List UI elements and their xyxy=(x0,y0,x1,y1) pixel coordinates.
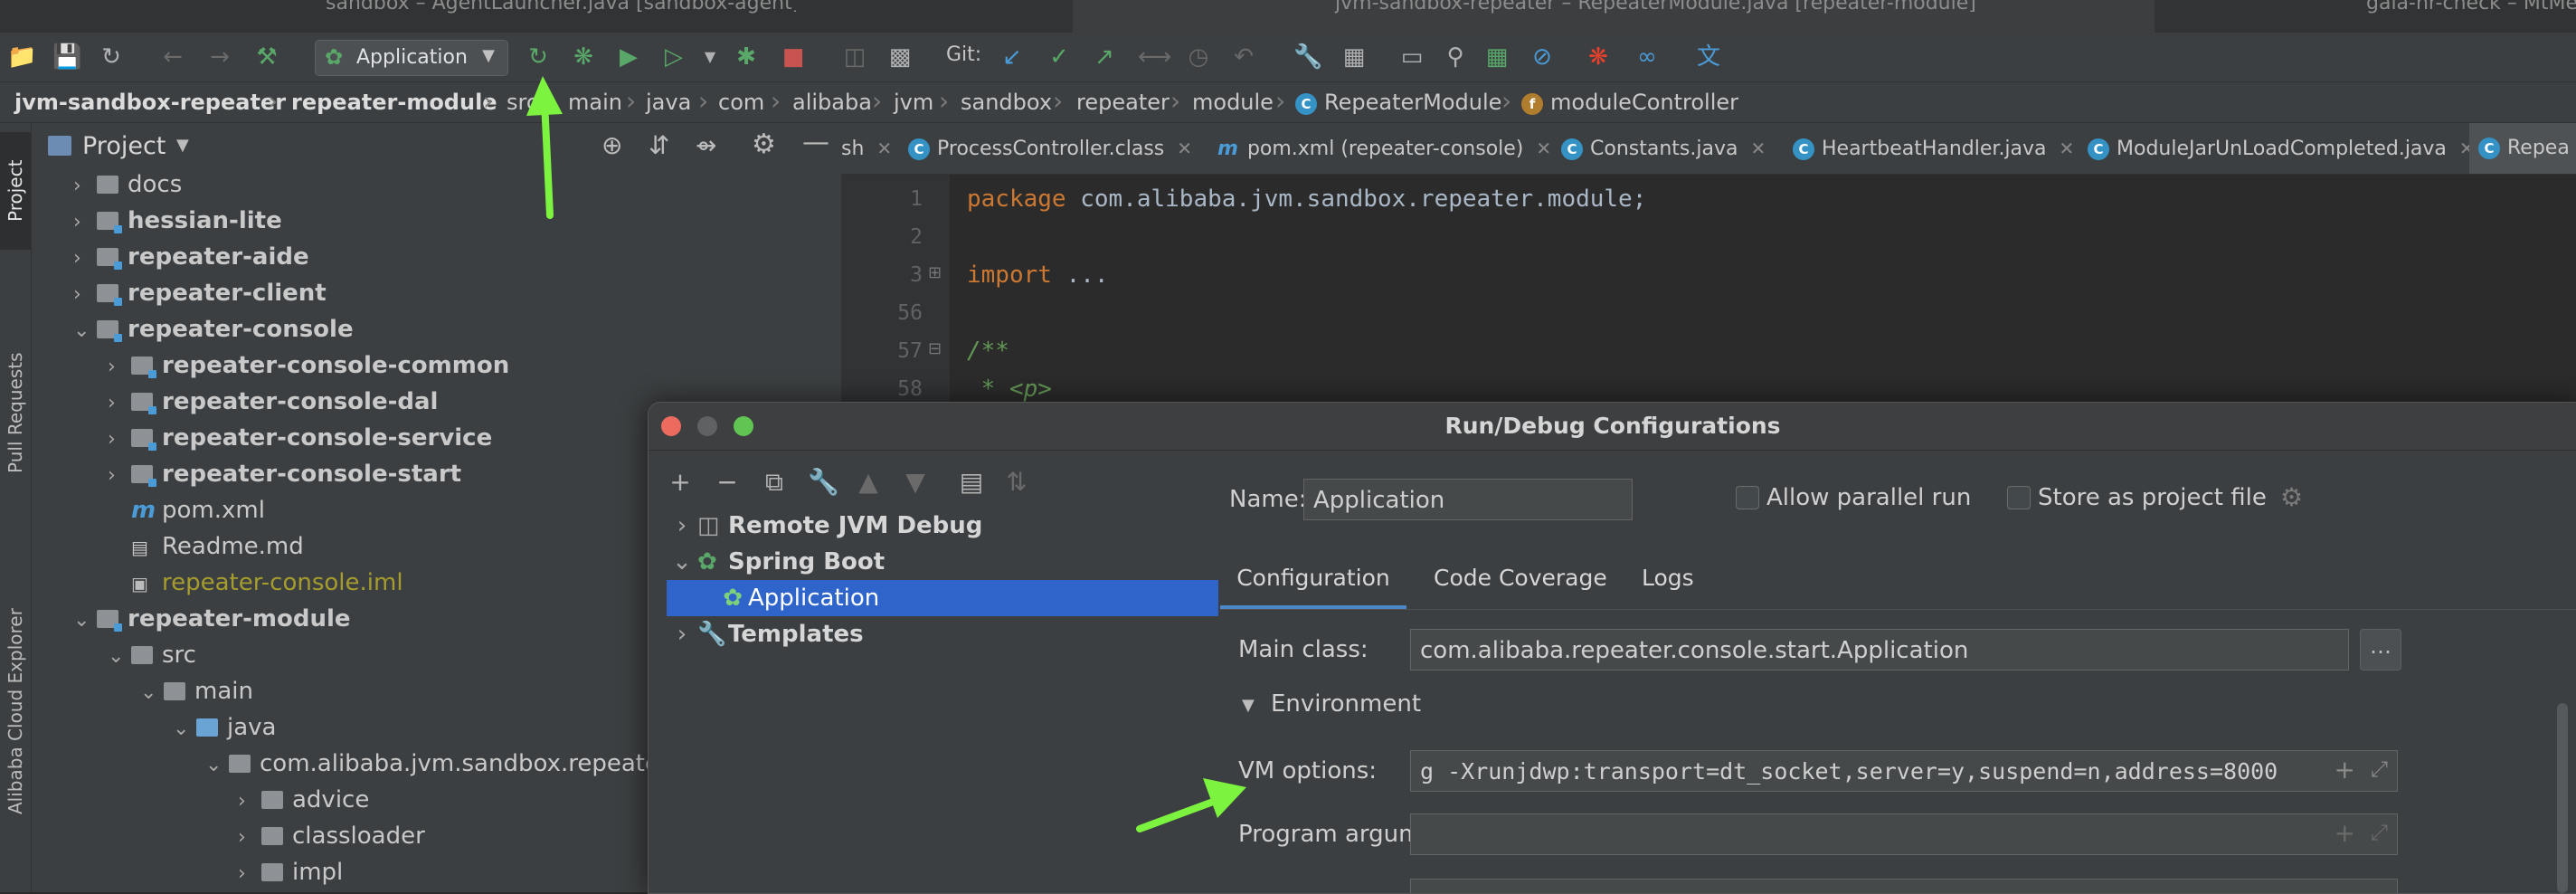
annotation-overlay xyxy=(526,76,1246,832)
annotation-arrow-up xyxy=(526,76,563,219)
annotation-arrow-right xyxy=(1136,778,1246,832)
